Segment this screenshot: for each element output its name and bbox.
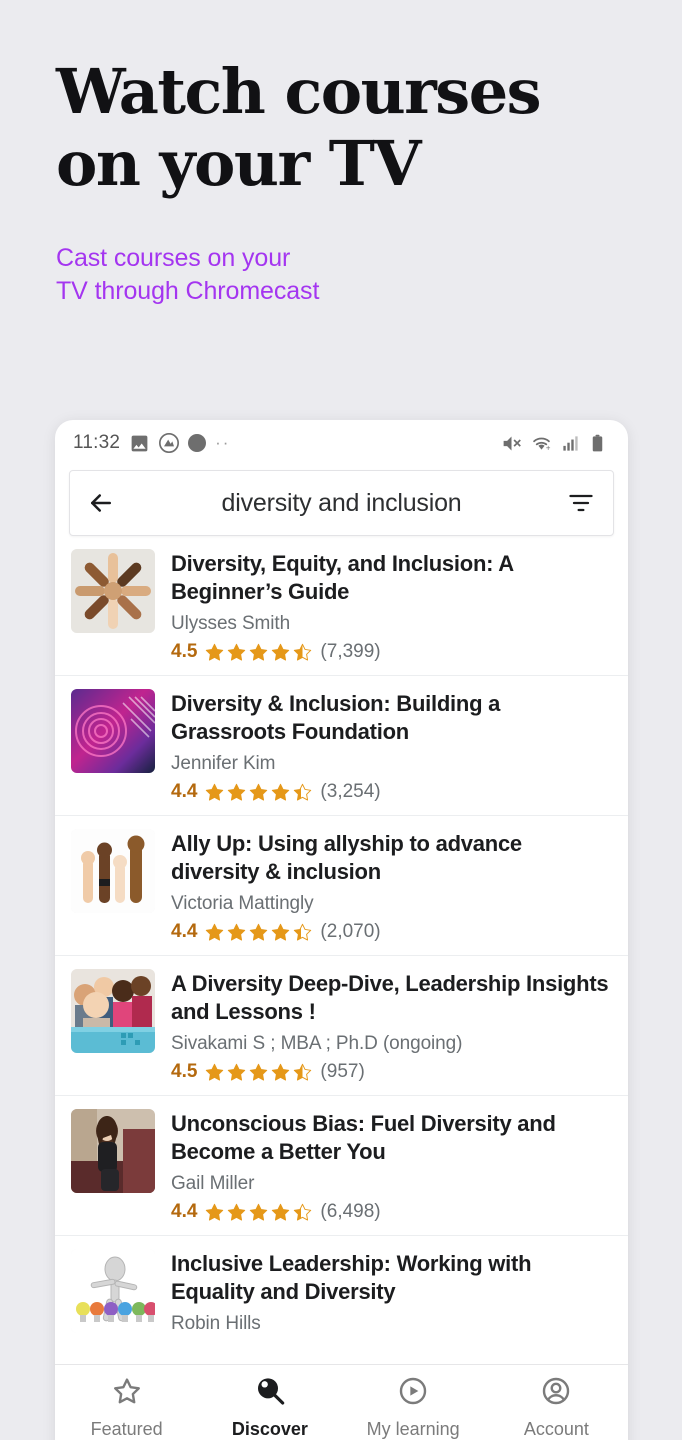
course-thumbnail [71, 1249, 155, 1333]
promo-header: Watch courses on your TV Cast courses on… [56, 56, 636, 308]
rating-value: 4.4 [171, 781, 198, 802]
course-rating: 4.4 (6,498) [171, 1201, 612, 1223]
cell-signal-icon [561, 434, 580, 453]
course-author: Gail Miller [171, 1173, 255, 1194]
course-title: Diversity, Equity, and Inclusion: A Begi… [171, 551, 514, 604]
star-rating [204, 642, 313, 663]
course-author: Robin Hills [171, 1313, 261, 1334]
star-rating [204, 922, 313, 943]
account-icon [540, 1375, 572, 1412]
status-bar: 11:32 ·· + [55, 420, 628, 466]
list-item[interactable]: A Diversity Deep-Dive, Leadership Insigh… [55, 956, 628, 1096]
list-item[interactable]: Inclusive Leadership: Working with Equal… [55, 1236, 628, 1347]
list-item[interactable]: Ally Up: Using allyship to advance diver… [55, 816, 628, 956]
course-rating: 4.5 (7,399) [171, 641, 612, 663]
bottom-navigation: Featured Discover My learning Account [55, 1364, 628, 1440]
course-title: Inclusive Leadership: Working with Equal… [171, 1251, 532, 1304]
search-bar-container: diversity and inclusion [55, 466, 628, 536]
review-count: (6,498) [320, 1201, 381, 1222]
list-item[interactable]: Diversity & Inclusion: Building a Grassr… [55, 676, 628, 816]
course-title: Diversity & Inclusion: Building a Grassr… [171, 691, 501, 744]
rating-value: 4.5 [171, 641, 198, 662]
course-title: Unconscious Bias: Fuel Diversity and Bec… [171, 1111, 556, 1164]
promo-page: Watch courses on your TV Cast courses on… [0, 0, 682, 1440]
course-rating: 4.4 (3,254) [171, 781, 612, 803]
star-icon [111, 1375, 143, 1412]
course-author: Ulysses Smith [171, 613, 291, 634]
review-count: (2,070) [320, 921, 381, 942]
rating-value: 4.4 [171, 1201, 198, 1222]
wifi-icon: + [531, 433, 552, 454]
search-icon [254, 1375, 286, 1412]
play-circle-icon [397, 1375, 429, 1412]
search-bar[interactable]: diversity and inclusion [69, 470, 614, 536]
rating-value: 4.5 [171, 1061, 198, 1082]
course-thumbnail [71, 549, 155, 633]
course-title: A Diversity Deep-Dive, Leadership Insigh… [171, 971, 609, 1024]
list-item[interactable]: Diversity, Equity, and Inclusion: A Begi… [55, 536, 628, 676]
circle-icon [188, 434, 207, 452]
course-thumbnail [71, 969, 155, 1053]
list-item[interactable]: Unconscious Bias: Fuel Diversity and Bec… [55, 1096, 628, 1236]
review-count: (7,399) [320, 641, 381, 662]
course-author: Victoria Mattingly [171, 893, 314, 914]
nav-item-discover[interactable]: Discover [198, 1375, 341, 1440]
course-rating: 4.5 (957) [171, 1061, 612, 1083]
more-dots-icon: ·· [215, 433, 231, 452]
course-list: Diversity, Equity, and Inclusion: A Begi… [55, 536, 628, 1347]
course-thumbnail [71, 689, 155, 773]
nav-label: My learning [366, 1419, 460, 1439]
promo-subtitle: Cast courses on your TV through Chromeca… [56, 244, 320, 305]
star-rating [204, 782, 313, 803]
star-rating [204, 1062, 313, 1083]
course-author: Jennifer Kim [171, 753, 276, 774]
course-thumbnail [71, 829, 155, 913]
nav-label: Discover [231, 1419, 308, 1439]
review-count: (3,254) [320, 781, 381, 802]
back-arrow-icon[interactable] [86, 488, 116, 518]
course-thumbnail [71, 1109, 155, 1193]
battery-icon [589, 434, 606, 453]
nav-label: Account [523, 1419, 589, 1439]
rating-value: 4.4 [171, 921, 198, 942]
image-icon [129, 433, 150, 454]
course-rating: 4.4 (2,070) [171, 921, 612, 943]
star-rating [204, 1202, 313, 1223]
nav-label: Featured [90, 1419, 163, 1439]
filter-icon[interactable] [567, 489, 595, 517]
nav-item-featured[interactable]: Featured [55, 1375, 198, 1440]
course-author: Sivakami S ; MBA ; Ph.D (ongoing) [171, 1033, 463, 1054]
nav-item-my-learning[interactable]: My learning [342, 1375, 485, 1440]
page-title: Watch courses on your TV [56, 55, 542, 200]
volume-muted-icon [501, 433, 522, 454]
course-title: Ally Up: Using allyship to advance diver… [171, 831, 522, 884]
svg-text:+: + [546, 443, 551, 452]
status-time: 11:32 [73, 432, 121, 453]
review-count: (957) [320, 1061, 365, 1082]
app-badge-icon [159, 433, 180, 453]
phone-mockup: 11:32 ·· + diversity and inclusion Diver… [55, 420, 628, 1440]
search-input[interactable]: diversity and inclusion [116, 489, 567, 518]
nav-item-account[interactable]: Account [485, 1375, 628, 1440]
